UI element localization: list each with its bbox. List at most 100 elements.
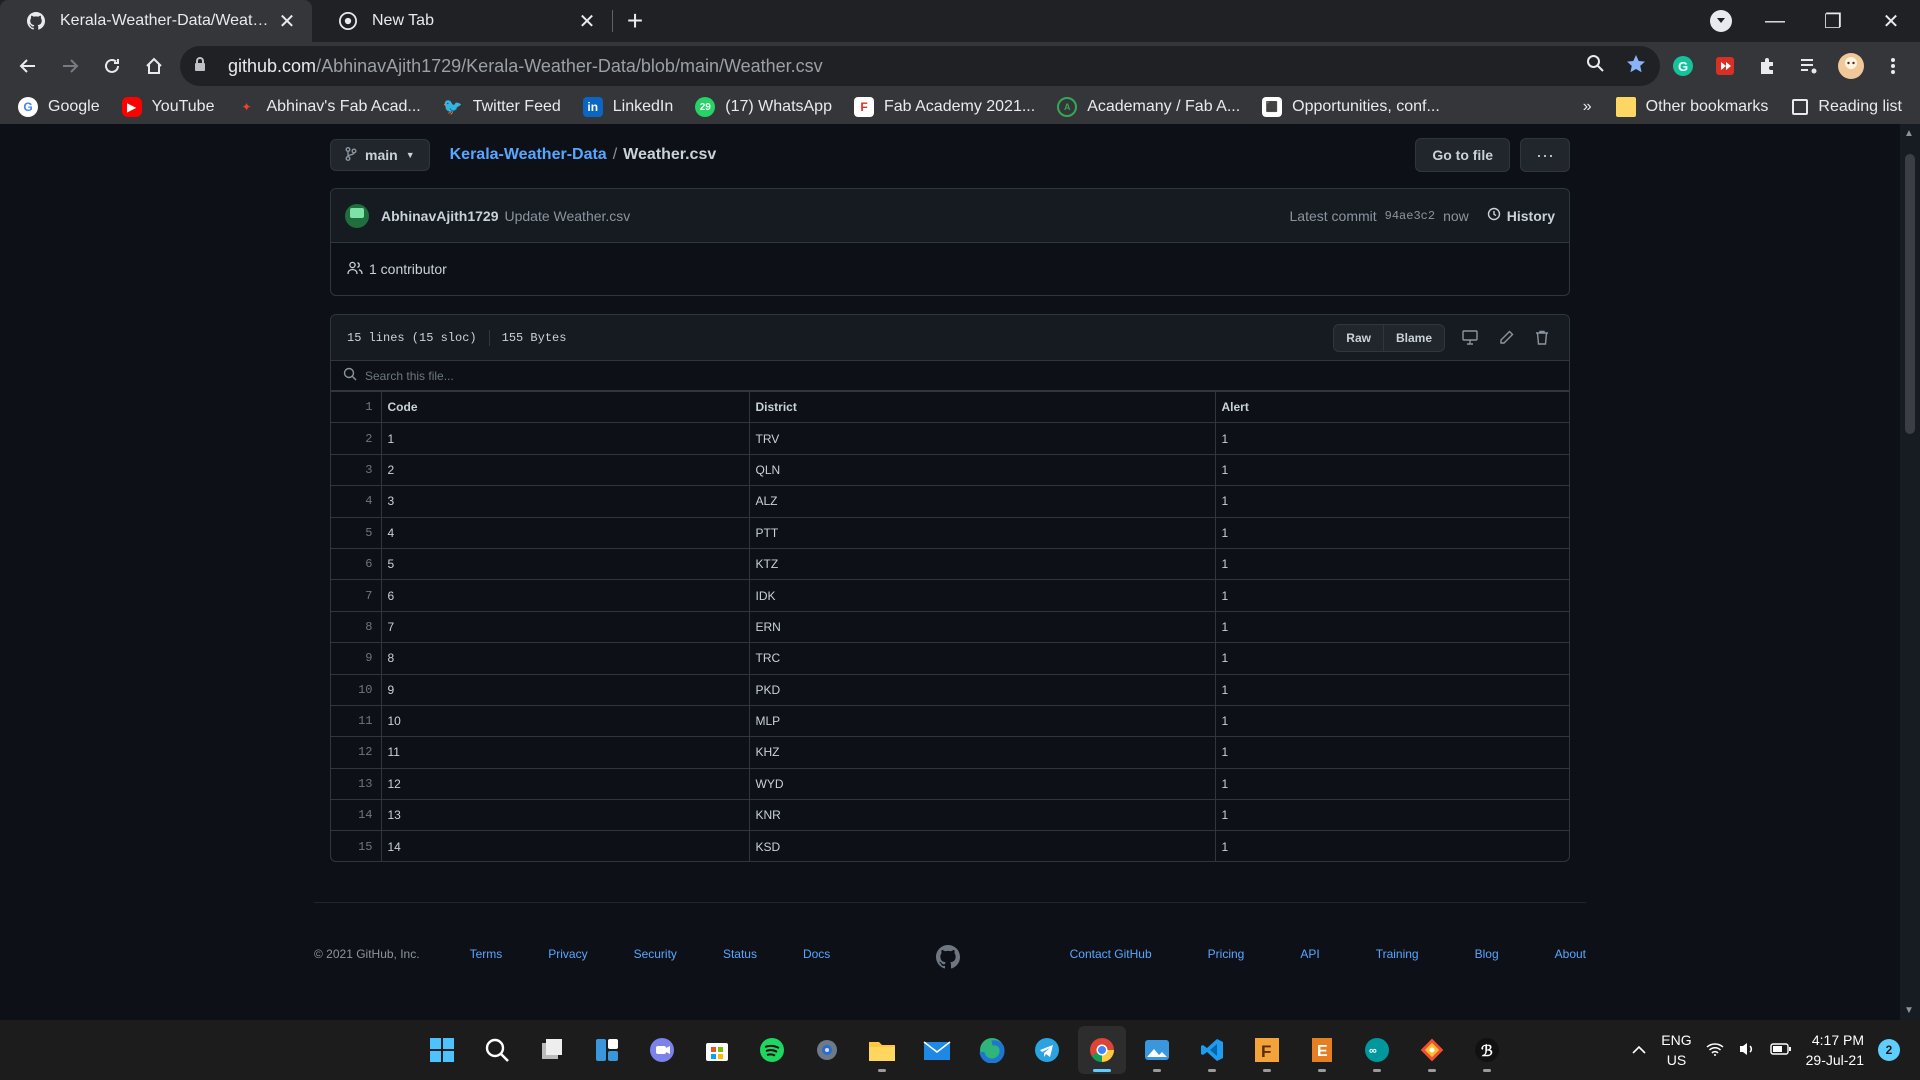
- ms-store-icon[interactable]: [693, 1026, 741, 1074]
- notification-badge[interactable]: 2: [1878, 1039, 1900, 1061]
- tab-search-icon[interactable]: [1710, 10, 1732, 32]
- language-indicator[interactable]: ENG US: [1661, 1030, 1691, 1070]
- wifi-icon[interactable]: [1706, 1042, 1724, 1059]
- widgets-icon[interactable]: [583, 1026, 631, 1074]
- git-icon[interactable]: [1408, 1026, 1456, 1074]
- line-number[interactable]: 15: [331, 830, 382, 861]
- footer-link-training[interactable]: Training: [1376, 947, 1419, 961]
- line-number[interactable]: 10: [331, 673, 382, 706]
- footer-link-blog[interactable]: Blog: [1475, 947, 1499, 961]
- reload-icon[interactable]: [92, 46, 132, 86]
- commit-author[interactable]: AbhinavAjith1729: [381, 208, 498, 224]
- home-icon[interactable]: [134, 46, 174, 86]
- bookmark-fab-academy-2021[interactable]: F Fab Academy 2021...: [853, 97, 1035, 117]
- line-number[interactable]: 8: [331, 610, 382, 644]
- arduino-icon[interactable]: ∞: [1353, 1026, 1401, 1074]
- footer-link-api[interactable]: API: [1300, 947, 1319, 961]
- chrome-icon[interactable]: [1078, 1026, 1126, 1074]
- back-icon[interactable]: [8, 46, 48, 86]
- file-search[interactable]: Search this file...: [331, 361, 1569, 391]
- bookmark-linkedin[interactable]: in LinkedIn: [582, 97, 673, 117]
- line-number[interactable]: 11: [331, 704, 382, 738]
- pencil-icon[interactable]: [1495, 330, 1517, 345]
- close-tab-icon[interactable]: ✕: [576, 10, 598, 33]
- line-number[interactable]: 13: [331, 767, 382, 801]
- new-tab-button[interactable]: +: [613, 0, 657, 42]
- close-window-icon[interactable]: ✕: [1862, 0, 1920, 42]
- branch-select-button[interactable]: main ▼: [330, 139, 430, 171]
- line-number[interactable]: 5: [331, 516, 382, 549]
- raw-button[interactable]: Raw: [1333, 323, 1384, 352]
- bookmark-whatsapp[interactable]: 29 (17) WhatsApp: [695, 97, 832, 117]
- url-text[interactable]: github.com/AbhinavAjith1729/Kerala-Weath…: [228, 56, 1586, 77]
- search-input[interactable]: Search this file...: [365, 369, 454, 383]
- grammarly-icon[interactable]: G: [1668, 51, 1698, 81]
- footer-link-contact[interactable]: Contact GitHub: [1070, 947, 1152, 961]
- zoom-icon[interactable]: [1586, 54, 1604, 79]
- history-link[interactable]: History: [1487, 207, 1555, 224]
- close-tab-icon[interactable]: ✕: [276, 10, 298, 33]
- line-number[interactable]: 6: [331, 547, 382, 581]
- footer-link-privacy[interactable]: Privacy: [548, 947, 587, 961]
- line-number[interactable]: 3: [331, 453, 382, 487]
- puzzle-icon[interactable]: [1752, 51, 1782, 81]
- scrollbar-thumb[interactable]: [1905, 154, 1915, 434]
- forward-icon[interactable]: [50, 46, 90, 86]
- repo-link[interactable]: Kerala-Weather-Data: [450, 146, 607, 163]
- fusion-icon[interactable]: F: [1243, 1026, 1291, 1074]
- github-logo-icon[interactable]: [936, 945, 961, 972]
- bookmark-star-icon[interactable]: [1626, 54, 1646, 79]
- task-view-icon[interactable]: [528, 1026, 576, 1074]
- go-to-file-button[interactable]: Go to file: [1415, 138, 1510, 172]
- footer-link-docs[interactable]: Docs: [803, 947, 830, 961]
- start-icon[interactable]: [418, 1026, 466, 1074]
- kebab-menu-icon[interactable]: [1878, 51, 1908, 81]
- address-bar[interactable]: github.com/AbhinavAjith1729/Kerala-Weath…: [180, 46, 1660, 86]
- vscode-icon[interactable]: [1188, 1026, 1236, 1074]
- bookmark-fab-acad[interactable]: ✦ Abhinav's Fab Acad...: [236, 97, 420, 117]
- footer-link-pricing[interactable]: Pricing: [1208, 947, 1245, 961]
- teams-chat-icon[interactable]: [638, 1026, 686, 1074]
- media-controls-icon[interactable]: [1794, 51, 1824, 81]
- python-icon[interactable]: ℬ: [1463, 1026, 1511, 1074]
- scroll-down-icon[interactable]: ▼: [1904, 1005, 1914, 1016]
- lock-icon[interactable]: [194, 56, 214, 77]
- mail-icon[interactable]: [913, 1026, 961, 1074]
- tab-new-tab[interactable]: New Tab ✕: [312, 0, 612, 42]
- blame-button[interactable]: Blame: [1383, 323, 1445, 352]
- author-avatar[interactable]: [345, 203, 369, 228]
- avatar[interactable]: [1836, 51, 1866, 81]
- bookmark-opportunities[interactable]: ⬛ Opportunities, conf...: [1262, 97, 1440, 117]
- commit-message[interactable]: Update Weather.csv: [504, 208, 630, 224]
- footer-link-status[interactable]: Status: [723, 947, 757, 961]
- bookmark-academany[interactable]: A Academany / Fab A...: [1057, 97, 1240, 117]
- bookmark-youtube[interactable]: ▶ YouTube: [121, 97, 214, 117]
- contributors-row[interactable]: 1 contributor: [331, 243, 1569, 295]
- bookmark-twitter[interactable]: 🐦 Twitter Feed: [443, 97, 561, 117]
- line-number[interactable]: 4: [331, 485, 382, 518]
- volume-icon[interactable]: [1738, 1041, 1756, 1060]
- other-bookmarks[interactable]: Other bookmarks: [1615, 97, 1768, 117]
- bookmark-google[interactable]: G Google: [18, 97, 100, 117]
- extension-red-icon[interactable]: [1710, 51, 1740, 81]
- footer-link-terms[interactable]: Terms: [470, 947, 503, 961]
- file-explorer-icon[interactable]: [858, 1026, 906, 1074]
- desktop-icon[interactable]: [1459, 330, 1481, 345]
- spotify-icon[interactable]: [748, 1026, 796, 1074]
- page-scrollbar[interactable]: ▲ ▼: [1900, 124, 1920, 1020]
- eagle-icon[interactable]: E: [1298, 1026, 1346, 1074]
- restore-icon[interactable]: ❐: [1804, 0, 1862, 42]
- commit-sha[interactable]: 94ae3c2: [1385, 209, 1435, 223]
- line-number[interactable]: 12: [331, 736, 382, 769]
- line-number[interactable]: 2: [331, 422, 382, 455]
- reading-list[interactable]: Reading list: [1792, 98, 1902, 116]
- more-options-button[interactable]: ···: [1520, 138, 1570, 172]
- bookmarks-overflow-button[interactable]: »: [1583, 98, 1592, 116]
- line-number[interactable]: 14: [331, 799, 382, 832]
- battery-icon[interactable]: [1769, 1042, 1792, 1058]
- line-number[interactable]: 7: [331, 579, 382, 612]
- tab-weather-csv[interactable]: Kerala-Weather-Data/Weather.csv ✕: [0, 0, 312, 42]
- minimize-icon[interactable]: —: [1746, 0, 1804, 42]
- settings-icon[interactable]: [803, 1026, 851, 1074]
- telegram-icon[interactable]: [1023, 1026, 1071, 1074]
